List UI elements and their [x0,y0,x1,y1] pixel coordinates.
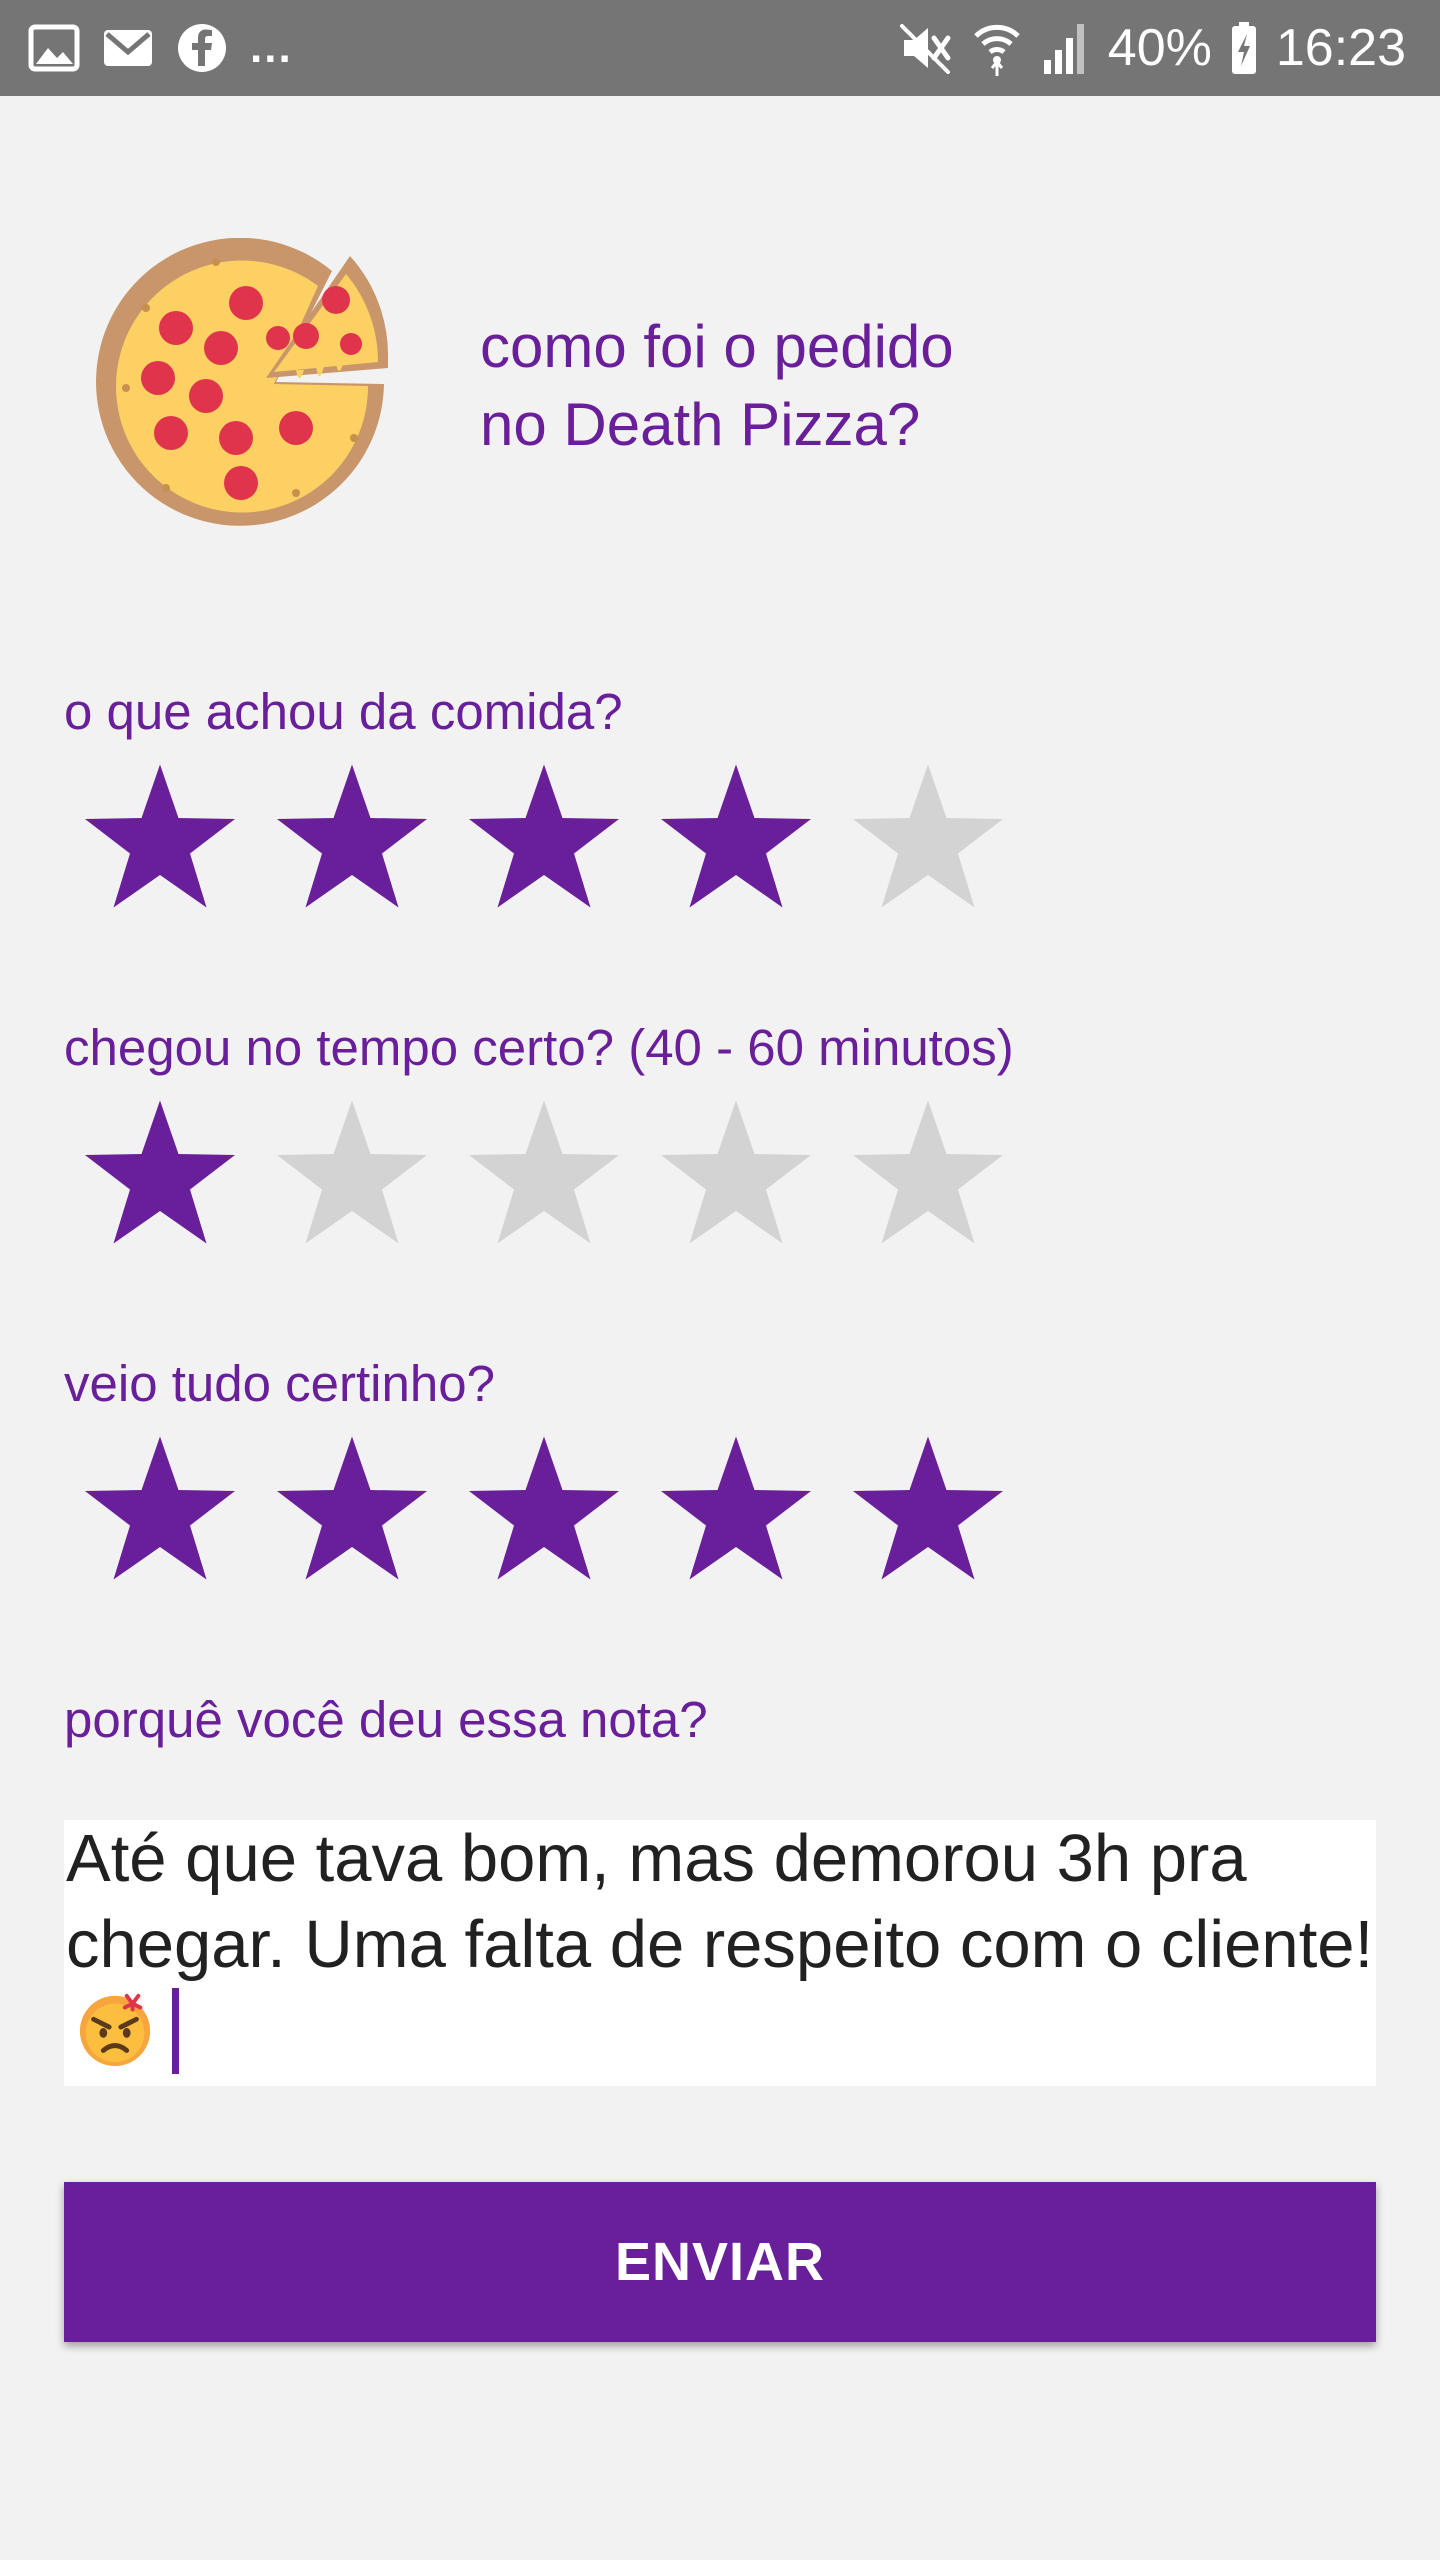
wifi-icon [974,24,1020,76]
star-filled-icon[interactable] [80,1096,240,1251]
header: como foi o pedido no Death Pizza? [96,238,1296,538]
star-empty-icon[interactable] [464,1096,624,1251]
star-empty-icon[interactable] [848,760,1008,915]
notification-icons: ... [28,20,293,76]
rating-question-food: o que achou da comida? [64,683,623,740]
rating-question-time: chegou no tempo certo? (40 - 60 minutos) [64,1019,1014,1076]
rating-question-order-complete: veio tudo certinho? [64,1355,495,1412]
mute-icon [899,24,951,74]
star-filled-icon[interactable] [656,1432,816,1587]
star-filled-icon[interactable] [656,760,816,915]
text-cursor [172,1988,179,2074]
signal-icon [1043,24,1084,74]
battery-percentage: 40% [1107,19,1212,77]
star-filled-icon[interactable] [464,1432,624,1587]
star-empty-icon[interactable] [848,1096,1008,1251]
mail-icon [104,30,152,66]
facebook-icon [178,24,226,72]
page-title-line2: no Death Pizza? [480,391,921,458]
rating-stars-food [80,760,1020,920]
system-icons: 40% 16:23 [898,18,1406,78]
star-filled-icon[interactable] [848,1432,1008,1587]
page-title-line1: como foi o pedido [480,313,954,380]
page-title: como foi o pedido no Death Pizza? [480,308,1180,464]
star-empty-icon[interactable] [272,1096,432,1251]
clock: 16:23 [1275,19,1406,77]
star-empty-icon[interactable] [656,1096,816,1251]
rating-stars-order-complete [80,1432,1020,1592]
pizza-icon [96,238,389,526]
image-icon [28,24,80,72]
comment-value: Até que tava bom, mas demorou 3h pra che… [66,1821,1374,1982]
angry-face-emoji [79,1993,151,2067]
star-filled-icon[interactable] [80,1432,240,1587]
rating-stars-time [80,1096,1020,1256]
more-notifications: ... [250,23,293,72]
send-button[interactable]: ENVIAR [64,2182,1376,2342]
star-filled-icon[interactable] [272,1432,432,1587]
comment-label: porquê você deu essa nota? [64,1691,708,1748]
comment-input[interactable]: Até que tava bom, mas demorou 3h pra che… [64,1820,1376,2086]
star-filled-icon[interactable] [464,760,624,915]
comment-text[interactable]: Até que tava bom, mas demorou 3h pra che… [66,1816,1376,2077]
star-filled-icon[interactable] [80,760,240,915]
battery-charging-icon [1231,22,1256,74]
status-bar: ... 40% 16:23 [0,0,1440,96]
star-filled-icon[interactable] [272,760,432,915]
